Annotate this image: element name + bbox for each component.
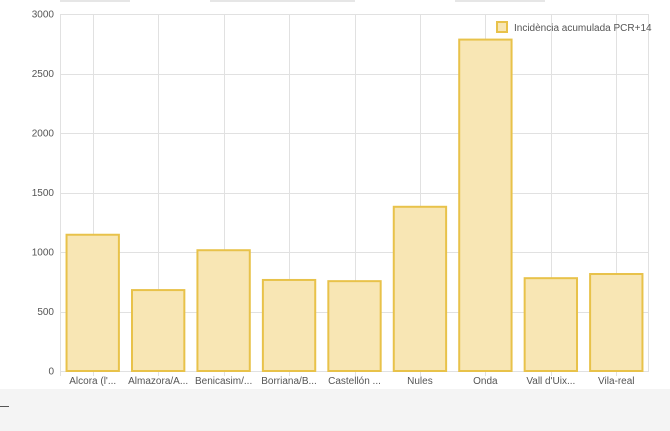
x-tick-label: Vall d'Uix...: [526, 376, 575, 387]
y-tick-label: 500: [37, 307, 54, 318]
y-tick-label: 2500: [32, 69, 55, 80]
bar[interactable]: [196, 249, 251, 372]
y-tick-label: 3000: [32, 10, 55, 21]
x-tick-label: Borriana/B...: [261, 376, 317, 387]
legend-swatch: [496, 21, 508, 33]
x-tick-label: Benicasim/...: [195, 376, 252, 387]
bar[interactable]: [65, 233, 120, 372]
bar[interactable]: [327, 280, 382, 372]
bar[interactable]: [523, 277, 579, 372]
x-tick-label: Onda: [473, 376, 498, 387]
bar[interactable]: [589, 273, 644, 373]
bar[interactable]: [392, 205, 448, 372]
x-tick-label: Nules: [407, 376, 433, 387]
x-tick-label: Vila-real: [598, 376, 635, 387]
bars: [65, 38, 644, 373]
y-tick-label: 0: [48, 367, 54, 378]
y-tick-label: 1000: [32, 248, 55, 259]
x-axis-tick-labels: Alcora (l'... Almazora/A... Benicasim/... B…: [69, 376, 634, 387]
bottom-panel: [0, 389, 670, 431]
y-axis-tick-labels: 0 500 1000 1500 2000 2500 3000: [32, 10, 55, 378]
bar[interactable]: [130, 289, 186, 372]
y-tick-label: 2000: [32, 129, 55, 140]
x-tick-label: Alcora (l'...: [69, 376, 116, 387]
chart-page: 0 500 1000 1500 2000 2500 3000 Alcora (l'... Al…: [0, 0, 670, 431]
bottom-divider: [0, 406, 9, 407]
legend-label: Incidència acumulada PCR+14: [514, 23, 652, 34]
bar-chart: 050010001500200025003000 Alcora (l'... Al…: [32, 10, 652, 388]
x-tick-label: Almazora/A...: [128, 376, 188, 387]
y-tick-label: 1500: [32, 188, 55, 199]
bar[interactable]: [261, 278, 317, 372]
x-tick-label: Castellón ...: [328, 376, 381, 387]
chart-legend[interactable]: Incidència acumulada PCR+14: [496, 21, 652, 34]
bar[interactable]: [458, 38, 513, 373]
